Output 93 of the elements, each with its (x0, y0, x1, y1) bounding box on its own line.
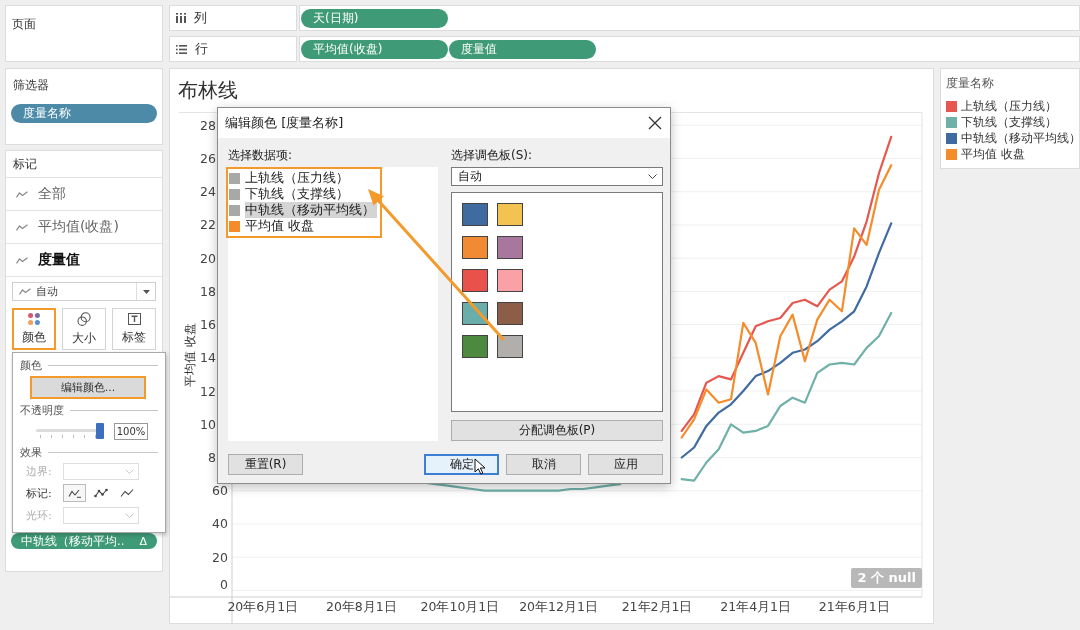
data-item[interactable]: 中轨线（移动平均线） (245, 202, 377, 218)
color-button[interactable]: 颜色 (12, 308, 57, 350)
y-axis-tick-label: 18 (200, 283, 216, 299)
data-item[interactable]: 下轨线（支撑线） (245, 186, 351, 202)
color-swatch-icon[interactable] (497, 269, 523, 292)
y-axis-tick-label: 16 (200, 317, 216, 333)
line-icon (16, 256, 28, 264)
four-dots-icon (28, 312, 41, 325)
calc-indicator: Δ (139, 534, 147, 548)
y-axis-title: 平均值 收盘 (183, 323, 197, 387)
chevron-down-icon (125, 468, 134, 474)
caret-down-icon (143, 289, 150, 294)
x-axis-tick-label: 21年2月1日 (621, 599, 693, 614)
panel-title: 页面 (12, 17, 36, 31)
section-title: 效果 (20, 444, 42, 460)
cancel-button[interactable]: 取消 (506, 454, 581, 475)
data-items-list[interactable]: 上轨线（压力线） 下轨线（支撑线） 中轨线（移动平均线） 平均值 收盘 (228, 167, 438, 441)
opacity-slider[interactable] (36, 423, 104, 439)
legend-label: 上轨线（压力线） (961, 98, 1057, 114)
dialog-title: 编辑颜色 [度量名称] (225, 114, 344, 132)
marker-style-button[interactable] (63, 484, 86, 502)
text-box-icon (127, 312, 141, 325)
x-axis-tick-label: 21年4月1日 (720, 599, 792, 614)
y-axis-tick-label: 22 (200, 217, 216, 233)
section-title: 不透明度 (20, 402, 64, 418)
x-axis-tick-label: 20年6月1日 (227, 599, 299, 614)
vertical-bars-icon (176, 13, 186, 23)
chevron-down-icon (125, 512, 134, 518)
label-button[interactable]: 标签 (112, 308, 156, 350)
line-icon (16, 223, 28, 231)
color-swatch-icon[interactable] (497, 203, 523, 226)
effect-label: 标记: (26, 485, 53, 501)
shelf-title: 列 (194, 9, 207, 27)
assign-palette-button[interactable]: 分配调色板(P) (451, 420, 663, 441)
legend-label: 平均值 收盘 (961, 146, 1025, 162)
x-axis-tick-label: 20年8月1日 (325, 599, 397, 614)
list-icon (176, 44, 187, 54)
ok-button[interactable]: 确定 (424, 454, 499, 475)
circles-icon (77, 311, 92, 326)
close-icon (648, 116, 662, 130)
mouse-pointer-icon (474, 458, 486, 475)
palette-dropdown[interactable]: 自动 (451, 167, 663, 186)
opacity-field[interactable]: 100% (114, 422, 148, 440)
color-swatch-icon[interactable] (497, 236, 523, 259)
y-axis-tick-label: 12 (200, 383, 216, 399)
shelf-title: 行 (195, 40, 208, 58)
x-axis-tick-label: 21年6月1日 (818, 599, 890, 614)
panel-title: 筛选器 (13, 77, 49, 94)
apply-button[interactable]: 应用 (588, 454, 663, 475)
size-button[interactable]: 大小 (62, 308, 107, 350)
chevron-down-icon (648, 174, 657, 179)
y-axis-tick-label: 28 (200, 117, 216, 133)
color-swatch-icon[interactable] (462, 203, 488, 226)
effect-label: 边界: (26, 463, 53, 479)
y-axis-tick-label: 14 (200, 350, 216, 366)
data-item[interactable]: 平均值 收盘 (245, 218, 316, 234)
line-icon (16, 190, 28, 198)
slider-thumb[interactable] (96, 423, 104, 439)
y-axis-tick-label: 24 (200, 184, 216, 200)
color-swatch-icon[interactable] (497, 302, 523, 325)
y-axis-tick-label: 26 (200, 151, 216, 166)
y-axis-tick-label: 40 (212, 516, 228, 532)
y-axis-tick-label: 0 (220, 577, 228, 592)
panel-title: 标记 (13, 155, 37, 173)
y-axis-tick-label: 10 (200, 416, 216, 432)
line-end-marker-icon (67, 488, 82, 498)
legend-label: 下轨线（支撑线） (961, 114, 1057, 130)
line-icon (119, 488, 134, 498)
x-axis-tick-label: 20年10月1日 (420, 599, 500, 614)
color-swatch-icon[interactable] (497, 335, 523, 358)
filter-pill[interactable]: 度量名称 (11, 104, 157, 123)
color-swatch-icon[interactable] (462, 269, 488, 292)
dotted-line-icon (93, 488, 108, 498)
line-icon (19, 288, 31, 295)
effect-label: 光环: (26, 507, 53, 523)
close-button[interactable] (648, 116, 662, 130)
legend-label: 中轨线（移动平均线） (961, 130, 1080, 146)
y-axis-tick-label: 8 (208, 450, 216, 465)
chart-title: 布林线 (178, 77, 238, 104)
color-swatch-icon[interactable] (462, 335, 488, 358)
data-item[interactable]: 上轨线（压力线） (245, 170, 351, 186)
legend-title: 度量名称 (946, 75, 994, 92)
y-axis-tick-label: 20 (212, 549, 228, 565)
color-swatch-icon[interactable] (462, 236, 488, 259)
edit-colors-button[interactable]: 编辑颜色... (30, 376, 146, 399)
section-title: 颜色 (20, 357, 42, 373)
y-axis-tick-label: 20 (200, 250, 216, 266)
reset-button[interactable]: 重置(R) (228, 454, 303, 475)
field-label: 选择数据项: (228, 147, 293, 163)
mark-type-dropdown[interactable]: 自动 (12, 282, 156, 301)
field-label: 选择调色板(S): (451, 147, 533, 163)
y-axis-tick-label: 60 (212, 483, 228, 499)
x-axis-tick-label: 20年12月1日 (519, 599, 598, 614)
